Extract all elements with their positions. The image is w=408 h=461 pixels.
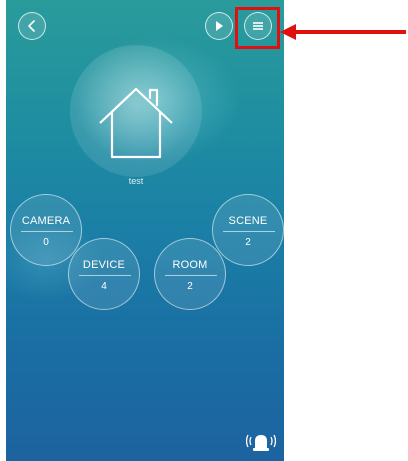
divider xyxy=(79,275,131,276)
alarm-button[interactable] xyxy=(245,428,277,454)
device-node[interactable]: DEVICE 4 xyxy=(68,238,140,310)
stage: test CAMERA 0 SCENE 2 DEVICE 4 ROOM 2 xyxy=(0,0,408,461)
divider xyxy=(21,231,73,232)
scene-label: SCENE xyxy=(228,215,268,227)
camera-node[interactable]: CAMERA 0 xyxy=(10,194,82,266)
play-icon xyxy=(216,21,223,31)
camera-label: CAMERA xyxy=(21,215,71,227)
alarm-siren-icon xyxy=(245,434,277,451)
house-icon xyxy=(99,87,173,159)
divider xyxy=(165,275,217,276)
divider xyxy=(223,231,275,232)
camera-count: 0 xyxy=(43,237,49,248)
chevron-left-icon xyxy=(28,20,35,32)
device-count: 4 xyxy=(101,281,107,292)
scene-node[interactable]: SCENE 2 xyxy=(212,194,284,266)
play-scene-button[interactable] xyxy=(205,12,233,40)
room-label: ROOM xyxy=(172,259,208,271)
app-screen: test CAMERA 0 SCENE 2 DEVICE 4 ROOM 2 xyxy=(6,0,284,461)
room-node[interactable]: ROOM 2 xyxy=(154,238,226,310)
home-hub[interactable] xyxy=(70,45,202,177)
menu-highlight-box xyxy=(235,7,280,49)
room-count: 2 xyxy=(187,281,193,292)
home-name-label: test xyxy=(128,176,144,186)
annotation-arrow xyxy=(280,24,406,40)
device-label: DEVICE xyxy=(82,259,126,271)
back-button[interactable] xyxy=(18,12,46,40)
scene-count: 2 xyxy=(245,237,251,248)
